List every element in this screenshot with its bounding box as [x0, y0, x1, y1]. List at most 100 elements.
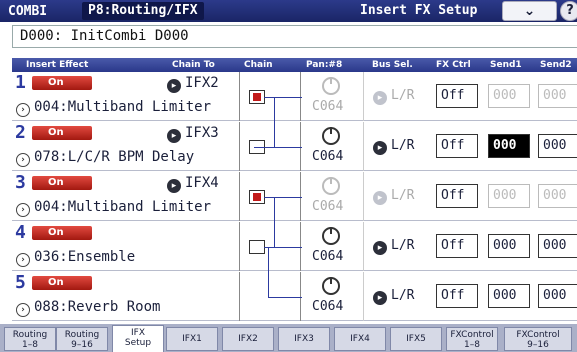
- tab-fxcontrol-1-8[interactable]: FXControl 1–8: [446, 327, 498, 351]
- effect-select[interactable]: › 004:Multiband Limiter: [16, 99, 211, 117]
- header-fx-ctrl: FX Ctrl: [436, 60, 471, 70]
- bus-value: L/R: [391, 288, 415, 303]
- ifx-number: 3: [15, 172, 26, 193]
- arrow-right-icon: ▸: [373, 91, 387, 105]
- ifx-on-button[interactable]: On: [32, 276, 92, 290]
- ifx-on-button[interactable]: On: [32, 126, 92, 140]
- header-chain: Chain: [244, 60, 273, 70]
- ifx-on-button[interactable]: On: [32, 226, 92, 240]
- pan-value: C064: [312, 99, 344, 114]
- tab-fxcontrol-9-16[interactable]: FXControl 9–16: [504, 327, 572, 351]
- insert-effect-cell: 3 On ▸ IFX4 › 004:Multiband Limiter: [12, 172, 240, 221]
- bus-select: ▸ L/R: [373, 88, 414, 105]
- pan-knob-icon[interactable]: [322, 277, 340, 295]
- bus-cell: ▸ L/R: [365, 222, 435, 271]
- arrow-right-icon: ›: [16, 253, 30, 267]
- chain-connector-line: [274, 97, 275, 147]
- pan-value[interactable]: C064: [312, 299, 343, 315]
- arrow-right-icon: ▸: [373, 141, 387, 155]
- page-menu-button[interactable]: ⌄: [502, 1, 557, 21]
- chain-checkbox[interactable]: [249, 240, 265, 254]
- send2-field[interactable]: 000: [538, 84, 577, 108]
- fx-ctrl-field[interactable]: Off: [436, 284, 478, 308]
- send2-field[interactable]: 000: [538, 234, 577, 258]
- page-title[interactable]: P8:Routing/IFX: [82, 2, 204, 20]
- pan-cell: C064: [302, 122, 364, 171]
- effect-select[interactable]: › 078:L/C/R BPM Delay: [16, 149, 194, 167]
- subpage-title: Insert FX Setup: [360, 3, 478, 18]
- bus-select[interactable]: ▸ L/R: [373, 238, 414, 255]
- ifx-on-button[interactable]: On: [32, 76, 92, 90]
- tab-label: FXControl: [516, 330, 560, 340]
- pan-knob-icon: [322, 77, 340, 95]
- send1-field[interactable]: 000: [488, 284, 530, 308]
- chain-to-value: IFX3: [185, 125, 219, 141]
- insert-effect-cell: 2 On ▸ IFX3 › 078:L/C/R BPM Delay: [12, 122, 240, 171]
- arrow-right-icon: ›: [16, 103, 30, 117]
- chain-to-select[interactable]: ▸ IFX4: [167, 175, 219, 193]
- header-insert-effect: Insert Effect: [26, 60, 89, 70]
- combi-name[interactable]: D000: InitCombi D000: [14, 26, 577, 47]
- tab-ifx2[interactable]: IFX2: [222, 327, 274, 351]
- effect-select[interactable]: › 004:Multiband Limiter: [16, 199, 211, 217]
- tab-routing-1-8[interactable]: Routing 1–8: [4, 327, 56, 351]
- fx-ctrl-field[interactable]: Off: [436, 234, 478, 258]
- fx-ctrl-field[interactable]: Off: [436, 134, 478, 158]
- chain-to-value: IFX4: [185, 175, 219, 191]
- help-icon[interactable]: ?: [560, 1, 577, 21]
- bus-select: ▸ L/R: [373, 188, 414, 205]
- bus-cell: ▸ L/R: [365, 122, 435, 171]
- send1-field[interactable]: 000: [488, 84, 530, 108]
- column-header: Insert Effect Chain To Chain Pan:#8 Bus …: [12, 58, 577, 72]
- chain-connector-line: [264, 197, 274, 198]
- tab-ifx1[interactable]: IFX1: [166, 327, 218, 351]
- tab-ifx4[interactable]: IFX4: [334, 327, 386, 351]
- effect-select[interactable]: › 088:Reverb Room: [16, 299, 160, 317]
- fx-ctrl-field[interactable]: Off: [436, 84, 478, 108]
- arrow-right-icon: ▸: [167, 79, 181, 93]
- tab-sublabel: 1–8: [464, 340, 480, 350]
- ifx-on-button[interactable]: On: [32, 176, 92, 190]
- chain-checkbox[interactable]: [249, 90, 265, 104]
- chain-checkbox[interactable]: [249, 190, 265, 204]
- bus-value: L/R: [391, 138, 415, 153]
- effect-select[interactable]: › 036:Ensemble: [16, 249, 135, 267]
- chain-connector-line: [274, 97, 302, 98]
- chain-to-select[interactable]: ▸ IFX3: [167, 125, 219, 143]
- page-tabs: Routing 1–8 Routing 9–16 IFX Setup IFX1 IFX2 IFX…: [0, 324, 577, 352]
- effect-name: 088:Reverb Room: [34, 299, 161, 315]
- effect-name: 004:Multiband Limiter: [34, 199, 212, 215]
- bus-select[interactable]: ▸ L/R: [373, 288, 414, 305]
- pan-knob-icon[interactable]: [322, 127, 340, 145]
- pan-knob-icon[interactable]: [322, 227, 340, 245]
- chain-to-select[interactable]: ▸ IFX2: [167, 75, 219, 93]
- tab-ifx-setup[interactable]: IFX Setup: [112, 325, 164, 352]
- tab-ifx3[interactable]: IFX3: [278, 327, 330, 351]
- chain-connector-line: [274, 147, 302, 148]
- chain-connector-line: [274, 197, 275, 247]
- tab-sublabel: 9–16: [527, 340, 549, 350]
- pan-cell: C064: [302, 172, 364, 221]
- bus-cell: ▸ L/R: [365, 72, 435, 121]
- tab-label: IFX1: [182, 334, 202, 344]
- tab-ifx5[interactable]: IFX5: [390, 327, 442, 351]
- send2-field[interactable]: 000: [538, 284, 577, 308]
- send1-field[interactable]: 000: [488, 134, 530, 158]
- send1-field[interactable]: 000: [488, 184, 530, 208]
- chevron-down-icon: ⌄: [523, 3, 536, 19]
- tab-sublabel: 1–8: [22, 340, 38, 350]
- arrow-right-icon: ▸: [167, 129, 181, 143]
- tab-label: IFX5: [406, 334, 426, 344]
- effect-name: 004:Multiband Limiter: [34, 99, 212, 115]
- send2-field[interactable]: 000: [538, 184, 577, 208]
- insert-effect-cell: 1 On ▸ IFX2 › 004:Multiband Limiter: [12, 72, 240, 121]
- fx-ctrl-field[interactable]: Off: [436, 184, 478, 208]
- pan-value[interactable]: C064: [312, 149, 343, 165]
- send1-field[interactable]: 000: [488, 234, 530, 258]
- header-bus-sel: Bus Sel.: [372, 60, 413, 70]
- bus-select[interactable]: ▸ L/R: [373, 138, 414, 155]
- pan-value[interactable]: C064: [312, 249, 343, 265]
- tab-sublabel: 9–16: [71, 340, 93, 350]
- send2-field[interactable]: 000: [538, 134, 577, 158]
- tab-routing-9-16[interactable]: Routing 9–16: [56, 327, 108, 351]
